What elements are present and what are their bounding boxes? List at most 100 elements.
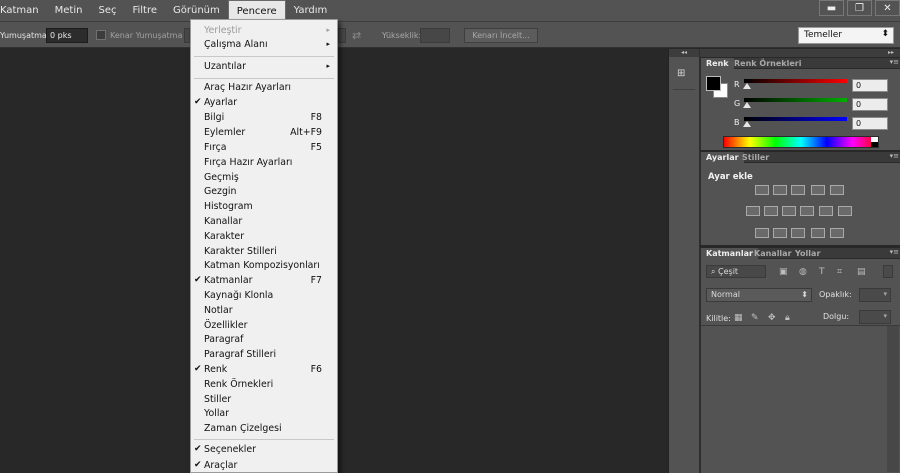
- fill-input[interactable]: ▾: [859, 310, 891, 324]
- shape-filter-icon[interactable]: ⌗: [837, 267, 847, 277]
- vibrance-icon[interactable]: [830, 185, 844, 195]
- exposure-icon[interactable]: [811, 185, 825, 195]
- refine-edge-button[interactable]: Kenarı İncelt...: [464, 28, 538, 43]
- lock-transparent-icon[interactable]: ▦: [734, 313, 744, 323]
- panel-menu-icon[interactable]: ▾≡: [890, 58, 899, 66]
- posterize-icon[interactable]: [773, 228, 787, 238]
- photo-filter-icon[interactable]: [800, 206, 814, 216]
- red-slider-thumb[interactable]: [743, 83, 751, 89]
- menu-item-fırça[interactable]: Fırça F5: [191, 140, 337, 155]
- check-icon: ✔: [194, 444, 202, 454]
- layers-list[interactable]: [701, 325, 900, 472]
- menu-item-gezgin[interactable]: Gezgin: [191, 184, 337, 199]
- blend-mode-select[interactable]: Normal ⬍: [706, 288, 812, 302]
- close-button[interactable]: ✕: [875, 0, 900, 16]
- menu-item-araçlar[interactable]: ✔ Araçlar: [191, 458, 337, 472]
- layer-filter-select[interactable]: ⌕ Çeşit: [706, 265, 766, 278]
- workspace-select[interactable]: Temeller ⬍: [798, 27, 894, 44]
- history-icon[interactable]: ⊞: [677, 68, 691, 82]
- menu-item-bilgi[interactable]: Bilgi F8: [191, 110, 337, 125]
- green-slider[interactable]: [744, 98, 847, 102]
- menu-item-uzantılar[interactable]: Uzantılar ▸: [191, 59, 337, 74]
- panel-menu-icon[interactable]: ▾≡: [890, 152, 899, 160]
- menu-filtre[interactable]: Filtre: [124, 0, 165, 21]
- green-slider-thumb[interactable]: [743, 102, 751, 108]
- menu-item-yollar[interactable]: Yollar: [191, 406, 337, 421]
- filter-toggle[interactable]: [883, 265, 893, 278]
- threshold-icon[interactable]: [791, 228, 805, 238]
- minimize-button[interactable]: ▬: [819, 0, 844, 16]
- color-lookup-icon[interactable]: [838, 206, 852, 216]
- tab-renk-ornekleri[interactable]: Renk Örnekleri: [729, 58, 806, 69]
- menu-metin[interactable]: Metin: [47, 0, 91, 21]
- collapse-strip-icon[interactable]: ◂◂: [669, 49, 699, 57]
- lock-position-icon[interactable]: ✥: [768, 313, 778, 323]
- black-white-ramp[interactable]: [871, 137, 878, 147]
- pixel-filter-icon[interactable]: ▣: [779, 267, 789, 277]
- menu-item-araç-hazır-ayarları[interactable]: Araç Hazır Ayarları: [191, 80, 337, 95]
- width-input[interactable]: [338, 28, 346, 43]
- menu-item-stiller[interactable]: Stiller: [191, 392, 337, 407]
- menu-item-histogram[interactable]: Histogram: [191, 199, 337, 214]
- menu-item-eylemler[interactable]: Eylemler Alt+F9: [191, 125, 337, 140]
- adjustment-filter-icon[interactable]: ◍: [799, 267, 809, 277]
- blue-slider-thumb[interactable]: [743, 121, 751, 127]
- lock-all-icon[interactable]: 🔒︎: [785, 313, 795, 323]
- menu-item-kanallar[interactable]: Kanallar: [191, 214, 337, 229]
- menu-katman[interactable]: Katman: [0, 0, 47, 21]
- menu-item-ayarlar[interactable]: ✔ Ayarlar: [191, 95, 337, 110]
- menu-item-paragraf[interactable]: Paragraf: [191, 332, 337, 347]
- layers-scrollbar[interactable]: [887, 326, 899, 472]
- hue-saturation-icon[interactable]: [746, 206, 760, 216]
- menu-item-çalışma-alanı[interactable]: Çalışma Alanı ▸: [191, 37, 337, 52]
- feather-input[interactable]: 0 pks: [46, 28, 88, 43]
- curves-icon[interactable]: [791, 185, 805, 195]
- menu-item-kaynağı-klonla[interactable]: Kaynağı Klonla: [191, 288, 337, 303]
- height-input[interactable]: [420, 28, 450, 43]
- swap-icon[interactable]: ⇄: [352, 29, 361, 42]
- red-slider[interactable]: [744, 79, 847, 83]
- blue-value-field[interactable]: 0: [852, 117, 888, 130]
- menu-item-katman-kompozisyonları[interactable]: Katman Kompozisyonları: [191, 258, 337, 273]
- color-balance-icon[interactable]: [764, 206, 778, 216]
- expand-panels-icon[interactable]: ▸▸: [700, 49, 900, 57]
- selective-color-icon[interactable]: [811, 228, 825, 238]
- menu-item-özellikler[interactable]: Özellikler: [191, 318, 337, 333]
- tab-stiller[interactable]: Stiller: [737, 152, 774, 163]
- color-spectrum[interactable]: [723, 136, 879, 148]
- menu-item-karakter[interactable]: Karakter: [191, 229, 337, 244]
- gradient-map-icon[interactable]: [830, 228, 844, 238]
- red-value-field[interactable]: 0: [852, 79, 888, 92]
- panel-menu-icon[interactable]: ▾≡: [890, 248, 899, 256]
- foreground-color-swatch[interactable]: [706, 76, 721, 91]
- menu-item-karakter-stilleri[interactable]: Karakter Stilleri: [191, 244, 337, 259]
- opacity-input[interactable]: ▾: [859, 288, 891, 302]
- levels-icon[interactable]: [773, 185, 787, 195]
- menu-pencere[interactable]: Pencere: [227, 0, 286, 21]
- menu-item-zaman-çizelgesi[interactable]: Zaman Çizelgesi: [191, 421, 337, 436]
- menu-item-label: Renk: [204, 364, 228, 375]
- black-white-icon[interactable]: [782, 206, 796, 216]
- channel-mixer-icon[interactable]: [819, 206, 833, 216]
- lock-image-icon[interactable]: ✎: [751, 313, 761, 323]
- menu-item-katmanlar[interactable]: ✔ Katmanlar F7: [191, 273, 337, 288]
- menu-sec[interactable]: Seç: [90, 0, 124, 21]
- brightness-contrast-icon[interactable]: [755, 185, 769, 195]
- menu-item-renk[interactable]: ✔ Renk F6: [191, 362, 337, 377]
- tab-yollar[interactable]: Yollar: [790, 248, 825, 259]
- menu-yardim[interactable]: Yardım: [286, 0, 336, 21]
- menu-item-geçmiş[interactable]: Geçmiş: [191, 170, 337, 185]
- anti-alias-checkbox[interactable]: [96, 30, 106, 40]
- blue-slider[interactable]: [744, 117, 847, 121]
- menu-item-paragraf-stilleri[interactable]: Paragraf Stilleri: [191, 347, 337, 362]
- green-value-field[interactable]: 0: [852, 98, 888, 111]
- menu-gorunum[interactable]: Görünüm: [165, 0, 228, 21]
- menu-item-renk-örnekleri[interactable]: Renk Örnekleri: [191, 377, 337, 392]
- type-filter-icon[interactable]: T: [819, 267, 829, 277]
- menu-item-fırça-hazır-ayarları[interactable]: Fırça Hazır Ayarları: [191, 155, 337, 170]
- restore-button[interactable]: ❐: [847, 0, 872, 16]
- menu-item-seçenekler[interactable]: ✔ Seçenekler: [191, 442, 337, 457]
- invert-icon[interactable]: [755, 228, 769, 238]
- smart-object-filter-icon[interactable]: ▤: [857, 267, 867, 277]
- menu-item-notlar[interactable]: Notlar: [191, 303, 337, 318]
